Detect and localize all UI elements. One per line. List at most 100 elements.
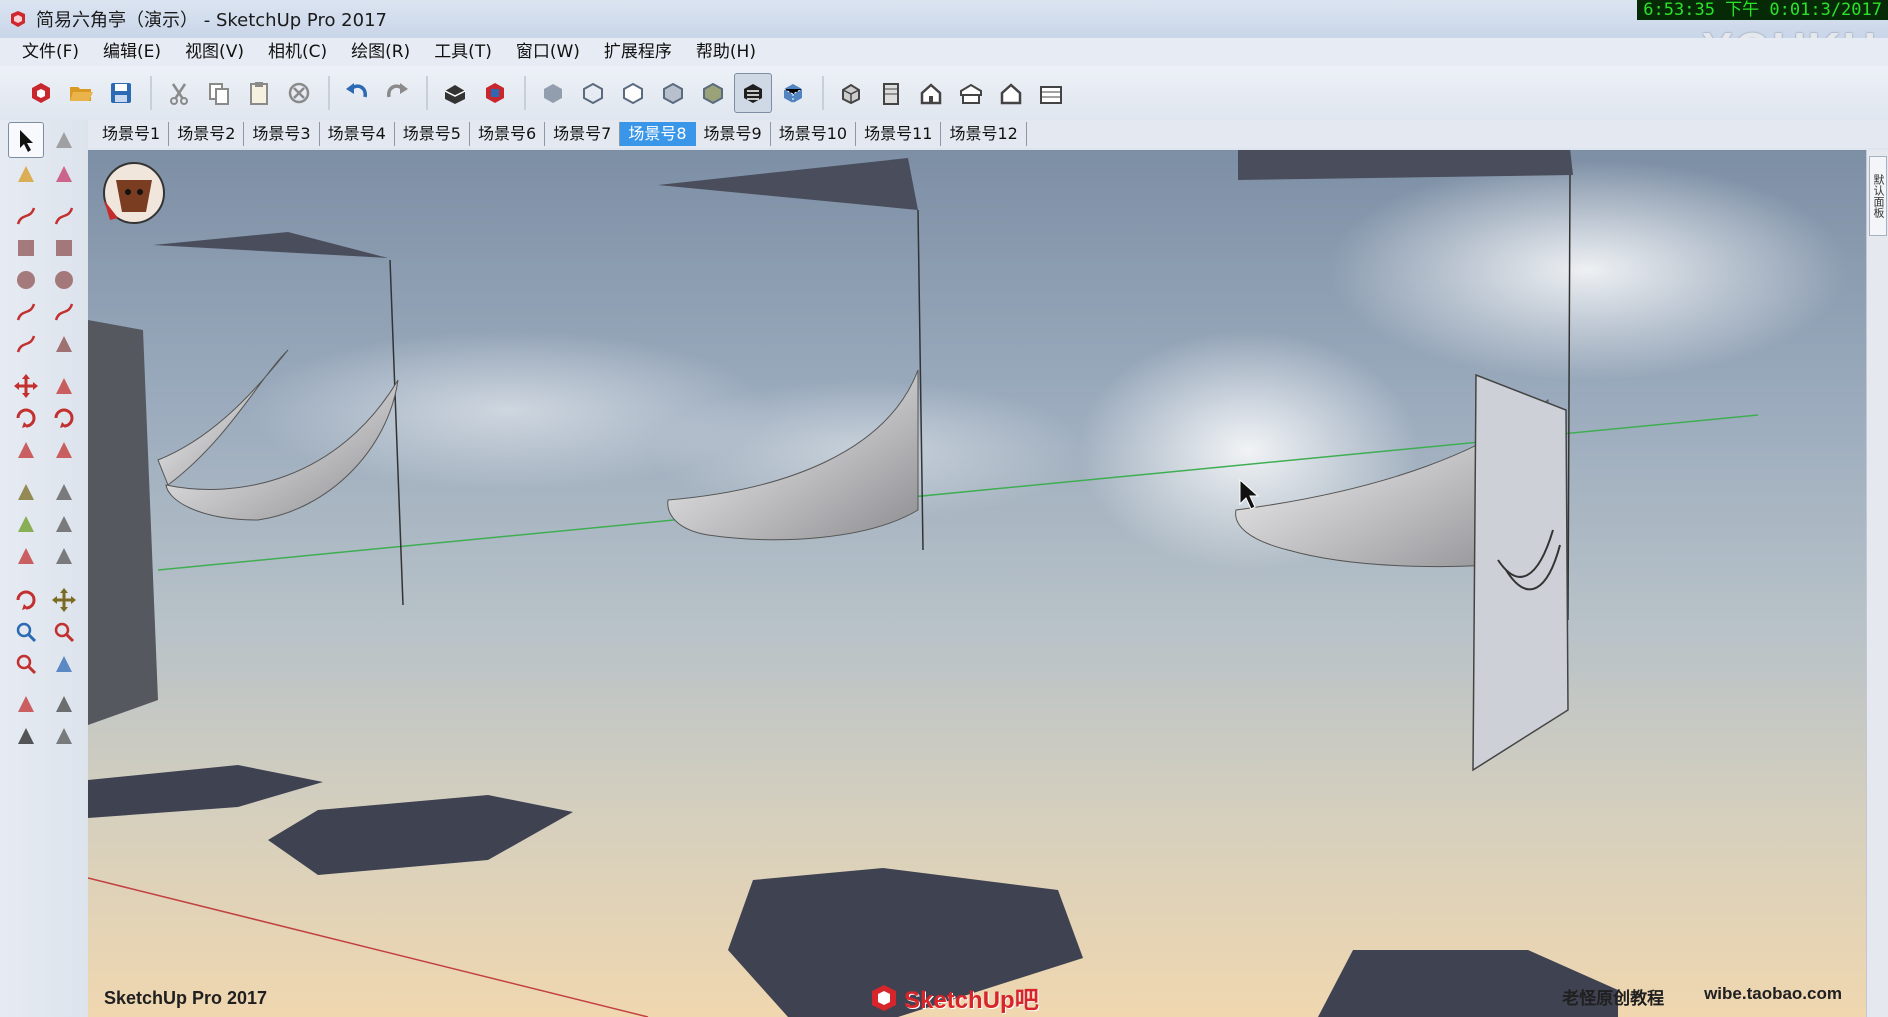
scene-tab-9[interactable]: 场景号9 — [696, 122, 771, 146]
menu-window[interactable]: 窗口(W) — [506, 38, 590, 66]
look-around-tool-button[interactable] — [46, 686, 82, 722]
select-tool-button[interactable] — [8, 122, 44, 158]
text-tool-button[interactable] — [46, 506, 82, 542]
menu-draw[interactable]: 绘图(R) — [341, 38, 420, 66]
footer-author: 老怪原创教程 — [1562, 989, 1665, 1008]
section-plane-tool-button[interactable] — [46, 718, 82, 754]
scene-tab-7[interactable]: 场景号7 — [545, 122, 621, 146]
monochrome-button[interactable] — [734, 73, 772, 113]
rotate-tool-button[interactable] — [8, 400, 44, 436]
back-edges-button[interactable] — [774, 73, 812, 113]
pie-tool-button[interactable] — [46, 326, 82, 362]
scale-tool-button[interactable] — [8, 432, 44, 468]
arc-tool-button[interactable] — [8, 294, 44, 330]
push-pull-tool-button[interactable] — [46, 368, 82, 404]
menu-tools[interactable]: 工具(T) — [424, 38, 502, 66]
left-view-button[interactable] — [1032, 73, 1070, 113]
previous-view-tool-button[interactable] — [46, 646, 82, 682]
scene-tab-11[interactable]: 场景号11 — [856, 122, 942, 146]
component-tool-button[interactable] — [46, 122, 82, 158]
three-point-arc-tool-button[interactable] — [8, 326, 44, 362]
zoom-window-tool-button[interactable] — [46, 614, 82, 650]
model-viewport[interactable]: SketchUp Pro 2017 SketchUp吧 老怪原创教程 wibe.… — [88, 150, 1866, 1017]
protractor-icon — [18, 516, 34, 532]
menu-file[interactable]: 文件(F) — [12, 38, 89, 66]
line-tool-button[interactable] — [8, 198, 44, 234]
rotated-rectangle-tool-button[interactable] — [46, 230, 82, 266]
hidden-line-button[interactable] — [614, 73, 652, 113]
3d-text-tool-button[interactable] — [46, 538, 82, 574]
pan-tool-button[interactable] — [46, 582, 82, 618]
circle-icon — [17, 271, 35, 289]
menu-camera[interactable]: 相机(C) — [258, 38, 337, 66]
iso-view-button[interactable] — [832, 73, 870, 113]
undo-button[interactable] — [338, 73, 376, 113]
menu-view[interactable]: 视图(V) — [175, 38, 254, 66]
paint-bucket-icon — [18, 166, 34, 182]
scene-tab-10[interactable]: 场景号10 — [771, 122, 857, 146]
offset-icon — [56, 442, 72, 458]
component-icon — [56, 132, 72, 148]
undo-icon — [346, 83, 367, 98]
freehand-tool-button[interactable] — [46, 198, 82, 234]
zoom-extents-tool-button[interactable] — [8, 646, 44, 682]
scene-tab-3[interactable]: 场景号3 — [244, 122, 320, 146]
menu-extensions[interactable]: 扩展程序 — [594, 38, 682, 66]
zoom-tool-button[interactable] — [8, 614, 44, 650]
getting-started-button[interactable] — [22, 73, 60, 113]
right-view-icon — [960, 83, 982, 104]
shaded-button[interactable] — [654, 73, 692, 113]
scene-tab-5[interactable]: 场景号5 — [395, 122, 470, 146]
wireframe-icon — [583, 82, 603, 105]
toolbar-separator — [150, 76, 152, 110]
back-view-button[interactable] — [992, 73, 1030, 113]
scene-tab-12[interactable]: 场景号12 — [941, 122, 1027, 146]
top-view-button[interactable] — [872, 73, 910, 113]
polygon-tool-button[interactable] — [46, 262, 82, 298]
orbit-tool-button[interactable] — [8, 582, 44, 618]
dimension-tool-button[interactable] — [46, 474, 82, 510]
axes-tool-button[interactable] — [8, 538, 44, 574]
menu-help[interactable]: 帮助(H) — [686, 38, 766, 66]
rotated-rectangle-icon — [56, 240, 72, 256]
default-tray: 默认面板 — [1866, 150, 1888, 1017]
open-button[interactable] — [62, 73, 100, 113]
save-button[interactable] — [102, 73, 140, 113]
circle-tool-button[interactable] — [8, 262, 44, 298]
rectangle-tool-button[interactable] — [8, 230, 44, 266]
front-view-button[interactable] — [912, 73, 950, 113]
offset-tool-button[interactable] — [46, 432, 82, 468]
wireframe-button[interactable] — [574, 73, 612, 113]
scene-tab-2[interactable]: 场景号2 — [169, 122, 245, 146]
paint-bucket-tool-button[interactable] — [8, 156, 44, 192]
eraser-tool-button[interactable] — [46, 156, 82, 192]
menu-edit[interactable]: 编辑(E) — [93, 38, 171, 66]
move-tool-button[interactable] — [8, 368, 44, 404]
follow-me-tool-button[interactable] — [46, 400, 82, 436]
tape-measure-tool-button[interactable] — [8, 474, 44, 510]
walk-tool-button[interactable] — [8, 718, 44, 754]
tray-tab[interactable]: 默认面板 — [1869, 156, 1887, 236]
model-info-button[interactable] — [436, 73, 474, 113]
scene-tab-8[interactable]: 场景号8 — [620, 122, 696, 146]
rotate-icon — [16, 408, 36, 428]
position-camera-tool-button[interactable] — [8, 686, 44, 722]
scene-tab-4[interactable]: 场景号4 — [320, 122, 395, 146]
shaded-textures-button[interactable] — [694, 73, 732, 113]
right-view-button[interactable] — [952, 73, 990, 113]
cut-button[interactable] — [160, 73, 198, 113]
erase-button[interactable] — [280, 73, 318, 113]
copy-button[interactable] — [200, 73, 238, 113]
xray-button[interactable] — [534, 73, 572, 113]
scene-tab-6[interactable]: 场景号6 — [470, 122, 546, 146]
redo-button[interactable] — [378, 73, 416, 113]
extension-warehouse-button[interactable] — [476, 73, 514, 113]
sketchup-window: 简易六角亭（演示） - SketchUp Pro 2017 6:53:35 下午… — [0, 0, 1888, 1017]
line-icon — [16, 207, 36, 225]
two-point-arc-tool-button[interactable] — [46, 294, 82, 330]
paste-button[interactable] — [240, 73, 278, 113]
pie-icon — [56, 336, 72, 352]
scene-tab-1[interactable]: 场景号1 — [94, 122, 170, 146]
left-view-icon — [1040, 86, 1062, 104]
protractor-tool-button[interactable] — [8, 506, 44, 542]
